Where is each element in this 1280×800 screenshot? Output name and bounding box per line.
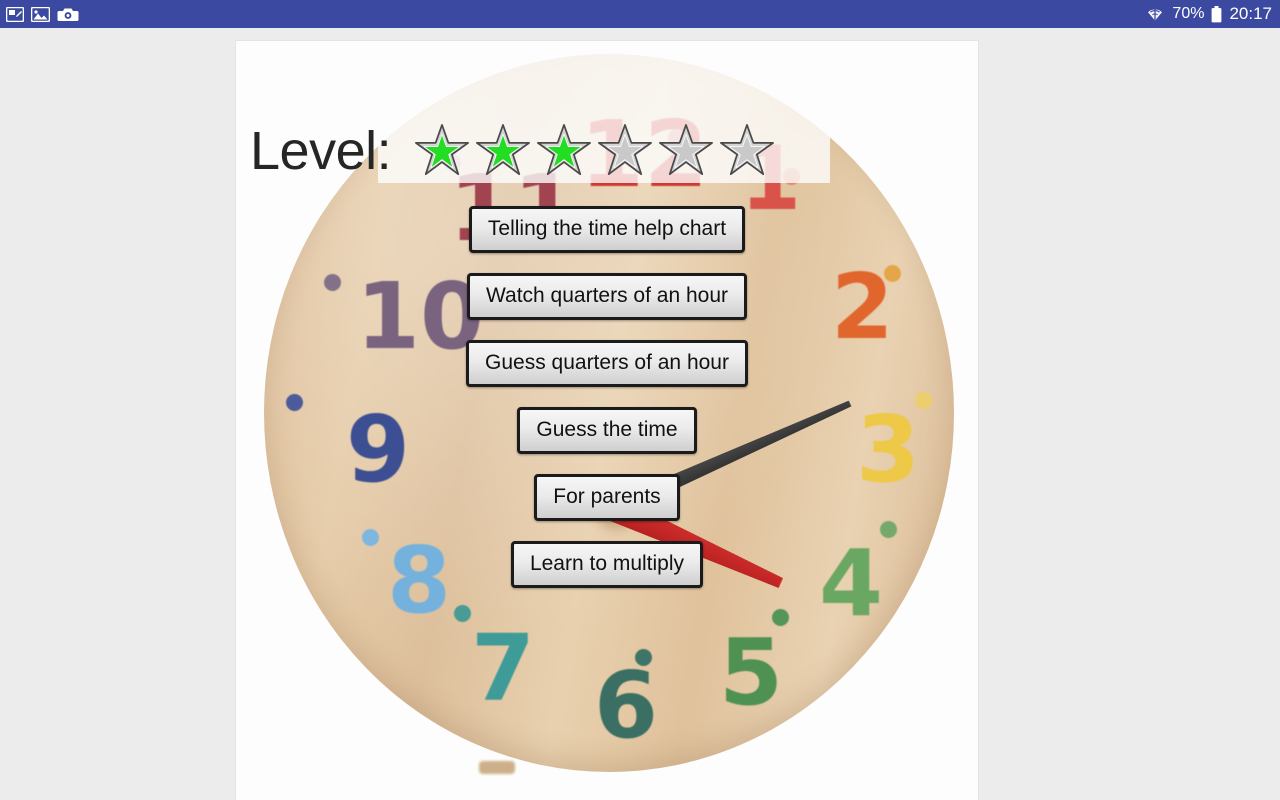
status-bar-notification-icons: [6, 6, 79, 22]
status-bar-clock: 20:17: [1229, 4, 1272, 23]
main-menu: Telling the time help chart Watch quarter…: [236, 206, 978, 588]
clock-numeral-6: 6: [594, 652, 659, 759]
battery-icon: [1211, 5, 1222, 23]
clock-bottom-knob: [479, 761, 515, 774]
watch-quarters-of-an-hour-button[interactable]: Watch quarters of an hour: [466, 273, 747, 320]
app-content-card: 121234567891011 Level: Telling the time …: [236, 41, 978, 800]
app-root: 70% 20:17 121234567891011: [0, 0, 1280, 800]
clock-numeral-7: 7: [471, 615, 536, 722]
clock-dot-7: [635, 649, 652, 666]
status-bar-system-icons: 70% 20:17: [1145, 4, 1272, 24]
header-scrim: [378, 41, 830, 183]
for-parents-button[interactable]: For parents: [534, 474, 680, 521]
screenshot-notification-icon: [57, 6, 79, 22]
battery-percent-label: 70%: [1172, 5, 1205, 22]
android-status-bar: 70% 20:17: [0, 0, 1280, 28]
email-notification-icon: [6, 6, 24, 22]
guess-quarters-of-an-hour-button[interactable]: Guess quarters of an hour: [466, 340, 748, 387]
clock-dot-8: [454, 605, 471, 622]
learn-to-multiply-button[interactable]: Learn to multiply: [510, 541, 704, 588]
clock-numeral-5: 5: [719, 619, 784, 726]
clock-dot-6: [772, 609, 789, 626]
wifi-icon: [1145, 6, 1165, 22]
image-notification-icon: [31, 6, 50, 22]
telling-the-time-help-chart-button[interactable]: Telling the time help chart: [468, 206, 746, 253]
guess-the-time-button[interactable]: Guess the time: [517, 407, 697, 454]
